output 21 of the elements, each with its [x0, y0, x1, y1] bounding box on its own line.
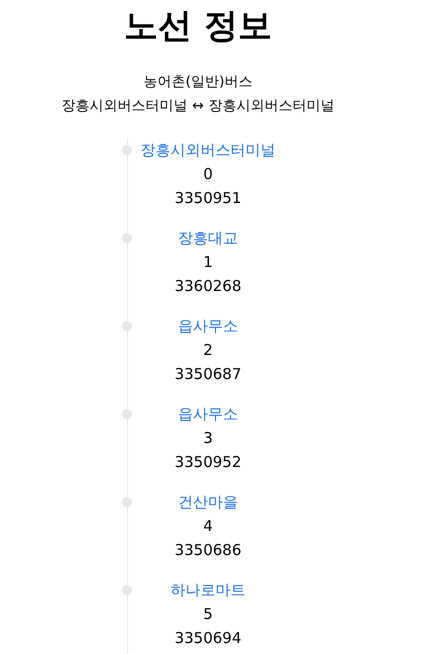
- stop-order: 5: [203, 604, 213, 625]
- stop-order: 3: [203, 428, 213, 449]
- stop-name: 읍사무소: [178, 404, 238, 425]
- stop-id: 3360268: [174, 276, 242, 297]
- stop-id: 3350687: [174, 364, 242, 385]
- route-name: 농어촌(일반)버스: [144, 73, 252, 92]
- stop-id: 3350686: [174, 540, 242, 561]
- route-endpoints: 장흥시외버스터미널 ↔ 장흥시외버스터미널: [62, 97, 334, 116]
- stop-id: 3350694: [174, 628, 242, 649]
- stop-order: 1: [203, 252, 213, 273]
- page-title: 노선 정보: [124, 5, 272, 48]
- stop-order: 2: [203, 340, 213, 361]
- stop-id: 3350952: [174, 452, 242, 473]
- stop-name: 장흥대교: [178, 228, 238, 249]
- stop-name: 읍사무소: [178, 316, 238, 337]
- stop-name: 장흥시외버스터미널: [140, 140, 276, 161]
- stop-name: 하나로마트: [170, 580, 246, 601]
- stop-order: 0: [203, 164, 213, 185]
- stop-name: 건산마을: [178, 492, 238, 513]
- stop-id: 3350951: [174, 188, 242, 209]
- stop-order: 4: [203, 516, 213, 537]
